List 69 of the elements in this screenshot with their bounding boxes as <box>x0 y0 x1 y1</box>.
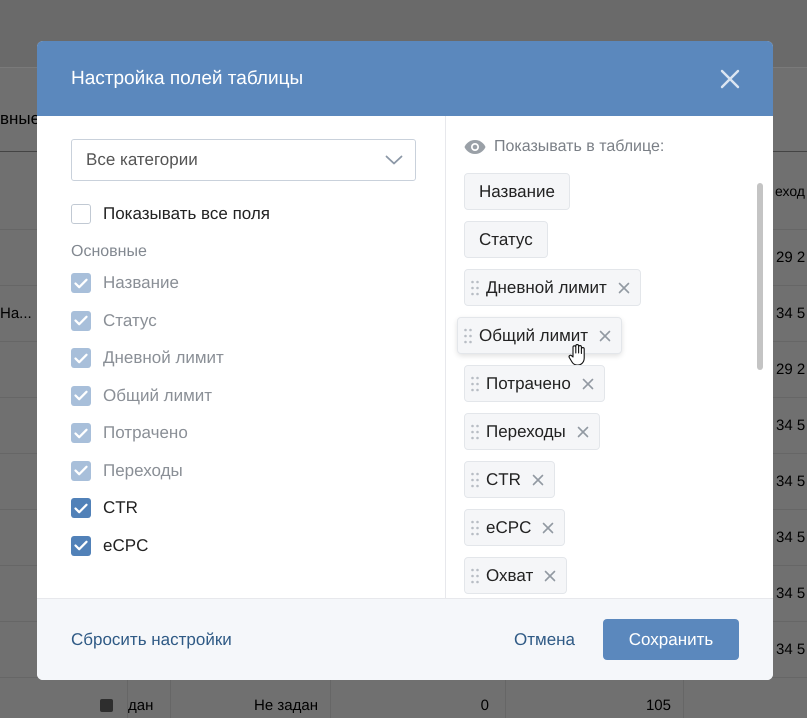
checkbox-label: Потрачено <box>103 423 188 444</box>
hand-cursor-icon <box>567 344 588 366</box>
dialog-title: Настройка полей таблицы <box>71 68 304 90</box>
save-button[interactable]: Сохранить <box>603 619 739 660</box>
drag-handle-icon[interactable] <box>464 328 472 344</box>
column-chip[interactable]: Статус <box>464 221 548 258</box>
checkmark-icon <box>74 278 88 289</box>
table-cell: 105 <box>646 697 671 714</box>
drag-handle-icon[interactable] <box>471 472 479 488</box>
table-cell: 29 2 <box>776 249 806 266</box>
drag-handle-icon[interactable] <box>471 424 479 440</box>
table-cell: Не задан <box>254 697 318 714</box>
checkbox-label: Показывать все поля <box>103 204 270 224</box>
remove-button[interactable] <box>576 426 589 438</box>
eye-icon <box>464 140 486 154</box>
checkmark-icon <box>74 540 88 552</box>
checkmark-icon <box>74 352 88 364</box>
remove-button[interactable] <box>599 330 612 342</box>
table-cell: дан <box>128 697 154 714</box>
checkbox[interactable] <box>71 498 91 518</box>
square-icon <box>100 699 112 712</box>
column-heading: еход <box>775 182 805 198</box>
section-label: Основные <box>71 242 148 260</box>
checkbox[interactable] <box>71 204 91 224</box>
checkmark-icon <box>74 502 88 514</box>
drag-handle-icon[interactable] <box>471 568 479 584</box>
table-cell: 29 2 <box>776 361 806 378</box>
checkmark-icon <box>74 390 88 402</box>
checkbox-label: CTR <box>103 498 138 518</box>
category-select[interactable]: Все категории <box>71 139 416 181</box>
drag-handle-icon[interactable] <box>471 376 479 392</box>
table-cell: 34 5 <box>776 417 806 434</box>
checkbox-label: Общий лимит <box>103 386 212 406</box>
table-cell: 34 5 <box>776 529 806 546</box>
remove-button[interactable] <box>544 570 556 582</box>
checkbox[interactable] <box>71 536 91 556</box>
checkmark-icon <box>74 465 88 476</box>
column-chip[interactable]: Переходы <box>464 413 600 450</box>
checkbox-label: Переходы <box>103 460 183 481</box>
column-chip[interactable]: Охват <box>464 557 568 594</box>
column-chip[interactable]: Дневной лимит <box>464 269 641 306</box>
table-cell: 34 5 <box>776 641 806 658</box>
remove-button[interactable] <box>582 378 594 390</box>
remove-button[interactable] <box>542 522 554 534</box>
table-cell: 34 5 <box>776 305 806 322</box>
chevron-icon <box>385 155 403 165</box>
column-chip[interactable]: Название <box>464 173 570 210</box>
reset-link[interactable]: Сбросить настройки <box>71 630 232 650</box>
column-chip[interactable]: eCPC <box>464 509 566 546</box>
table-cell: 0 <box>480 697 489 714</box>
section-heading: Показывать в таблице: <box>494 138 664 156</box>
checkmark-icon <box>74 428 88 439</box>
table-cell: На... <box>0 305 32 322</box>
checkbox-label: eCPC <box>103 536 148 556</box>
checkbox-label: Дневной лимит <box>103 348 224 368</box>
close-button[interactable] <box>719 68 741 90</box>
scrollbar[interactable] <box>757 183 763 370</box>
table-cell: 34 5 <box>776 585 806 602</box>
checkmark-icon <box>74 315 88 326</box>
checkbox-label: Статус <box>103 310 157 331</box>
column-chip[interactable]: Потрачено <box>464 365 605 402</box>
remove-button[interactable] <box>532 474 544 486</box>
table-cell: 34 5 <box>776 473 806 490</box>
remove-button[interactable] <box>618 282 630 294</box>
checkbox-label: Название <box>103 273 179 294</box>
cancel-button[interactable]: Отмена <box>514 622 575 658</box>
drag-handle-icon[interactable] <box>471 280 479 296</box>
column-chip[interactable]: CTR <box>464 461 555 498</box>
drag-handle-icon[interactable] <box>471 520 479 536</box>
